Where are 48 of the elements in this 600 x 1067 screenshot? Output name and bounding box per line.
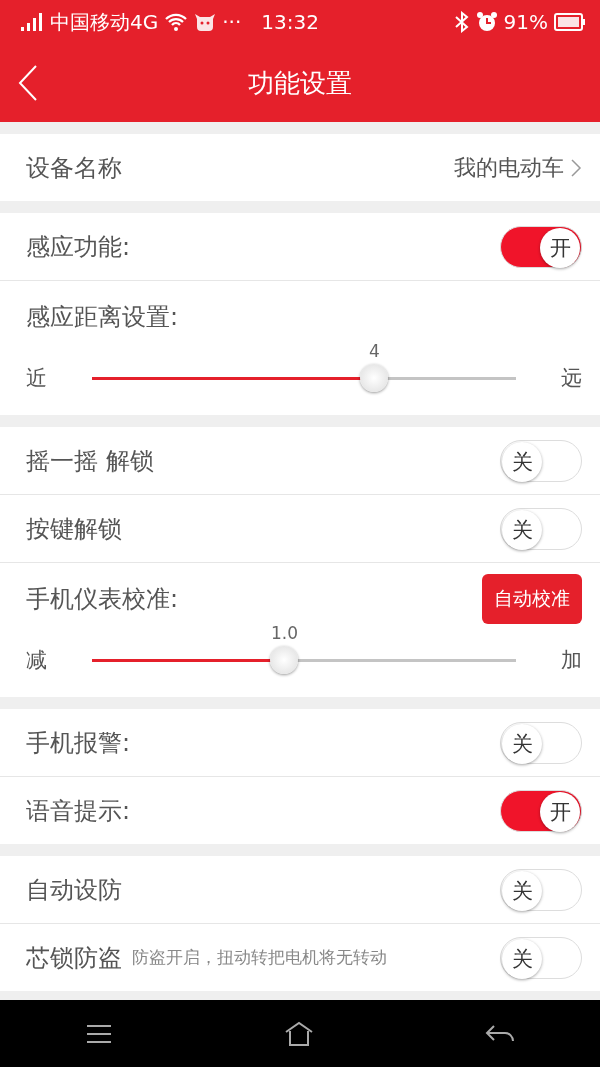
battery-icon bbox=[554, 13, 586, 31]
bluetooth-icon bbox=[453, 11, 470, 33]
toggle-switch[interactable]: 关 bbox=[500, 868, 582, 911]
toggle-knob: 开 bbox=[540, 227, 580, 268]
toggle-knob: 开 bbox=[540, 791, 580, 832]
clock-time: 13:32 bbox=[261, 10, 319, 34]
chevron-right-icon bbox=[570, 157, 582, 178]
setting-label: 设备名称 bbox=[26, 152, 122, 184]
slider-min-label: 减 bbox=[26, 647, 48, 674]
signal-icon bbox=[20, 12, 44, 32]
toggle-switch[interactable]: 关 bbox=[500, 439, 582, 482]
slider-reading: 1.0 bbox=[270, 622, 298, 643]
battery-level: 91% bbox=[503, 10, 548, 34]
slider-reading: 4 bbox=[368, 340, 380, 361]
slider-thumb[interactable] bbox=[360, 363, 389, 392]
setting-label: 感应距离设置: bbox=[26, 302, 179, 333]
page-title: 功能设置 bbox=[248, 66, 352, 100]
setting-label: 按键解锁 bbox=[26, 513, 122, 545]
setting-value[interactable]: 我的电动车 bbox=[454, 152, 564, 183]
slider-max-label: 远 bbox=[560, 365, 582, 392]
setting-label: 手机报警: bbox=[26, 727, 131, 759]
setting-label: 摇一摇 解锁 bbox=[26, 445, 154, 477]
toggle-switch[interactable]: 关 bbox=[500, 936, 582, 979]
toggle-knob: 关 bbox=[502, 870, 542, 911]
calibrate-button[interactable]: 自动校准 bbox=[482, 574, 582, 624]
setting-label: 感应功能: bbox=[26, 231, 131, 263]
setting-label: 手机仪表校准: bbox=[26, 584, 179, 615]
toggle-switch[interactable]: 开 bbox=[500, 789, 582, 832]
setting-note: 防盗开启，扭动转把电机将无转动 bbox=[132, 946, 387, 969]
setting-label: 芯锁防盗 bbox=[26, 942, 122, 974]
slider-max-label: 加 bbox=[560, 647, 582, 674]
robot-icon bbox=[194, 12, 217, 32]
toggle-knob: 关 bbox=[502, 441, 542, 482]
alarm-icon bbox=[475, 11, 498, 33]
toggle-knob: 关 bbox=[502, 509, 542, 550]
toggle-switch[interactable]: 开 bbox=[500, 225, 582, 268]
toggle-switch[interactable]: 关 bbox=[500, 507, 582, 550]
wifi-icon bbox=[164, 12, 189, 32]
toggle-knob: 关 bbox=[502, 938, 542, 979]
slider-min-label: 近 bbox=[26, 365, 48, 392]
more-dots: ··· bbox=[222, 10, 242, 34]
setting-label: 语音提示: bbox=[26, 795, 131, 827]
toggle-switch[interactable]: 关 bbox=[500, 721, 582, 764]
setting-label: 自动设防 bbox=[26, 874, 122, 906]
toggle-knob: 关 bbox=[502, 723, 542, 764]
slider-thumb[interactable] bbox=[270, 645, 299, 674]
chevron-left-icon bbox=[17, 64, 39, 102]
carrier-name: 中国移动4G bbox=[50, 8, 159, 36]
